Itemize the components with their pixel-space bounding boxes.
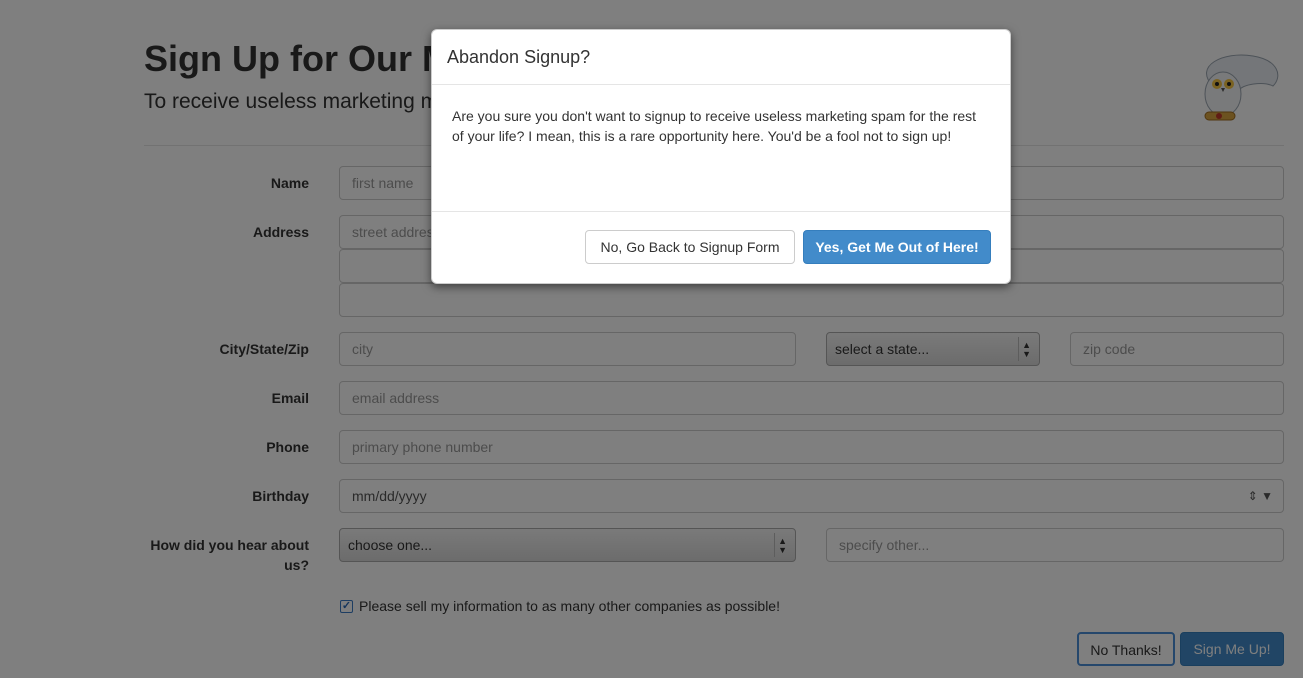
modal-footer-divider bbox=[432, 211, 1010, 212]
go-back-button[interactable]: No, Go Back to Signup Form bbox=[585, 230, 795, 264]
modal-body-text: Are you sure you don't want to signup to… bbox=[452, 108, 977, 144]
modal-header: Abandon Signup? bbox=[432, 30, 1010, 85]
abandon-signup-modal: Abandon Signup? Are you sure you don't w… bbox=[431, 29, 1011, 284]
confirm-abandon-button[interactable]: Yes, Get Me Out of Here! bbox=[803, 230, 991, 264]
modal-title: Abandon Signup? bbox=[447, 47, 591, 67]
